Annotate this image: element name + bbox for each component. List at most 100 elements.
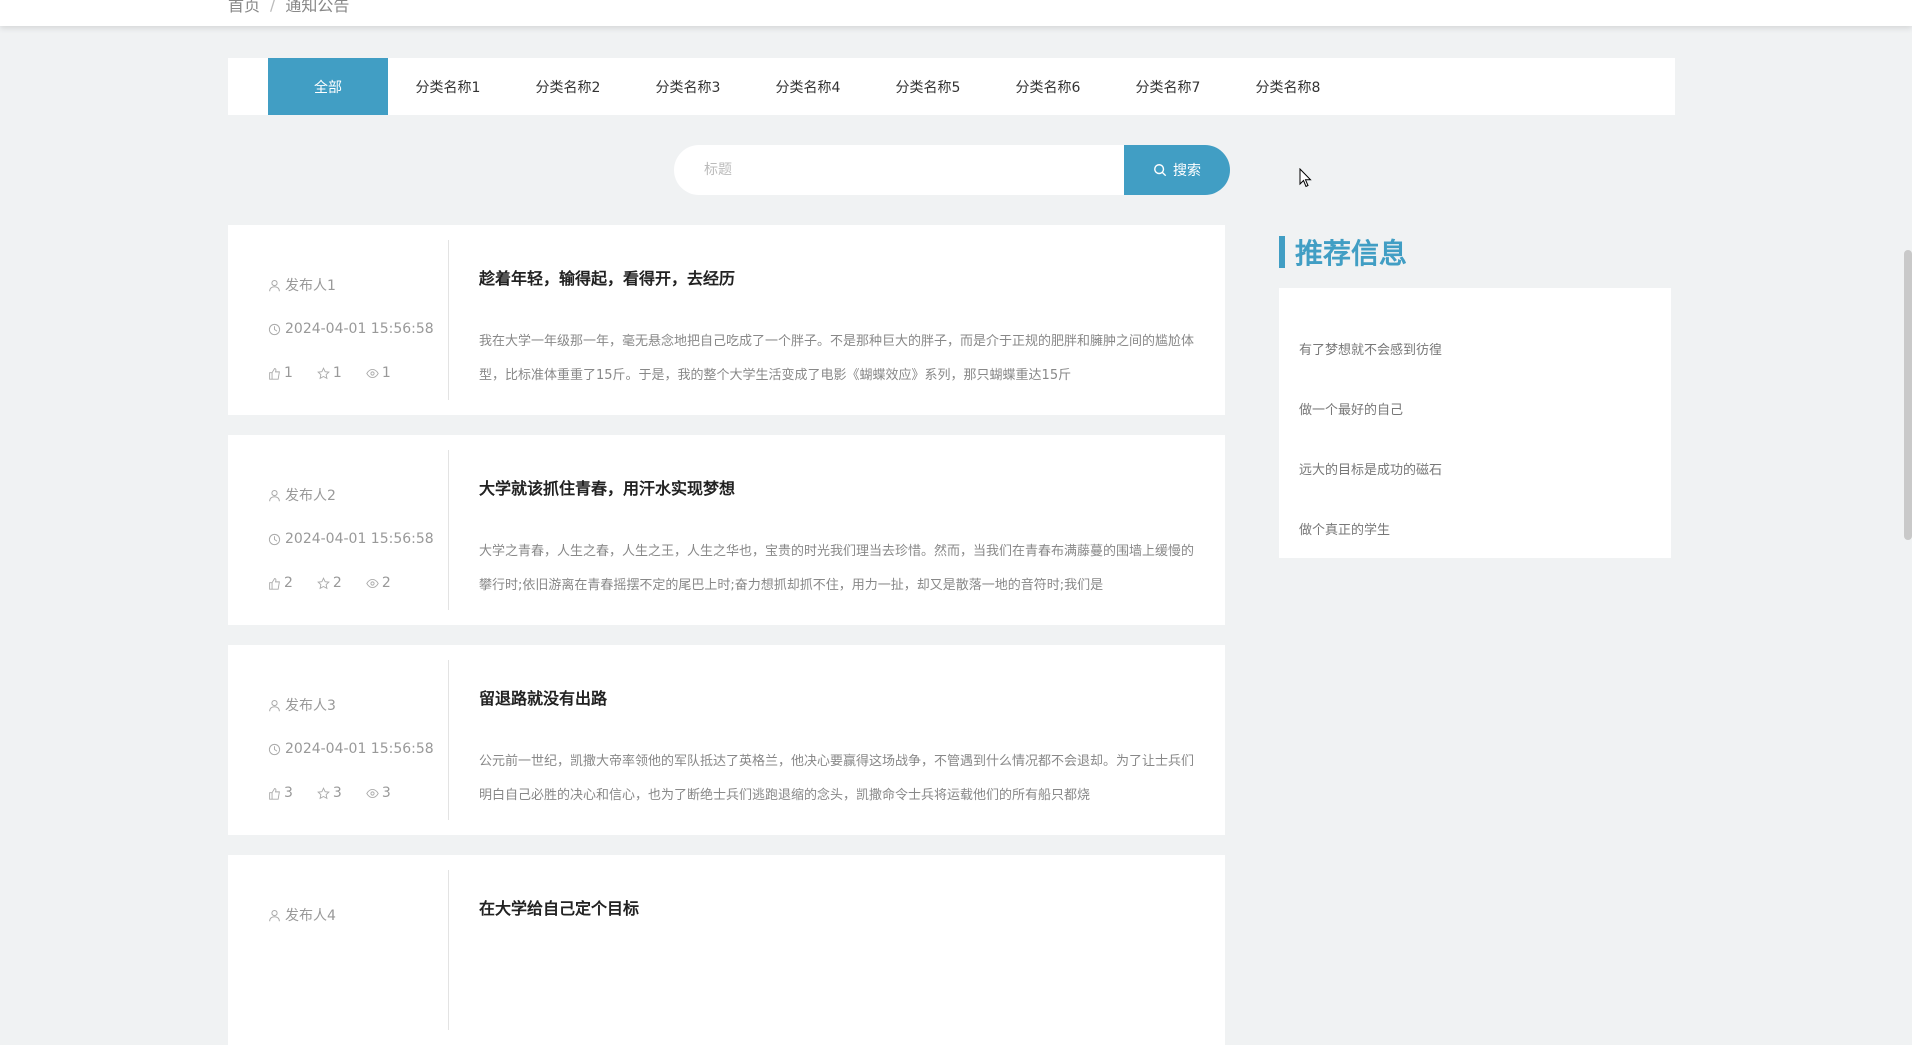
search-input[interactable] bbox=[674, 145, 1124, 195]
thumbs-up-icon bbox=[269, 787, 280, 800]
article-date: 2024-04-01 15:56:58 bbox=[285, 321, 434, 337]
article-stats: 2 2 2 bbox=[268, 575, 391, 591]
tab-category-2[interactable]: 分类名称2 bbox=[508, 58, 628, 115]
view-stat: 2 bbox=[366, 575, 391, 591]
article-card[interactable]: 发布人3 2024-04-01 15:56:58 3 3 3 留退路就没有出路 … bbox=[228, 645, 1225, 835]
category-tabs: 全部 分类名称1 分类名称2 分类名称3 分类名称4 分类名称5 分类名称6 分… bbox=[228, 58, 1675, 115]
search-icon bbox=[1154, 164, 1167, 177]
date-line: 2024-04-01 15:56:58 bbox=[268, 531, 434, 547]
search-button-label: 搜索 bbox=[1173, 163, 1201, 179]
article-author: 发布人2 bbox=[285, 488, 336, 504]
article-content: 大学就该抓住青春，用汗水实现梦想 大学之青春，人生之春，人生之王，人生之华也，宝… bbox=[479, 435, 1205, 625]
eye-icon bbox=[366, 578, 379, 588]
date-line: 2024-04-01 15:56:58 bbox=[268, 321, 434, 337]
article-excerpt: 大学之青春，人生之春，人生之王，人生之华也，宝贵的时光我们理当去珍惜。然而，当我… bbox=[479, 544, 1195, 593]
view-stat: 1 bbox=[366, 365, 391, 381]
article-author: 发布人3 bbox=[285, 698, 336, 714]
recommend-title: 推荐信息 bbox=[1295, 237, 1408, 270]
eye-icon bbox=[366, 788, 379, 798]
favorite-stat[interactable]: 1 bbox=[317, 365, 342, 381]
author-line: 发布人4 bbox=[268, 905, 336, 925]
article-meta: 发布人2 2024-04-01 15:56:58 2 2 2 bbox=[228, 435, 449, 625]
author-line: 发布人1 bbox=[268, 275, 336, 295]
article-card[interactable]: 发布人4 在大学给自己定个目标 bbox=[228, 855, 1225, 1045]
breadcrumb: 首页 / 通知公告 bbox=[228, 0, 349, 16]
breadcrumb-separator: / bbox=[270, 0, 276, 14]
date-line: 2024-04-01 15:56:58 bbox=[268, 741, 434, 757]
thumbs-up-icon bbox=[269, 577, 280, 590]
view-count: 1 bbox=[381, 365, 391, 381]
view-count: 2 bbox=[381, 575, 391, 591]
article-title[interactable]: 大学就该抓住青春，用汗水实现梦想 bbox=[479, 475, 735, 499]
recommend-item[interactable]: 做个真正的学生 bbox=[1299, 498, 1651, 558]
card-divider bbox=[448, 240, 449, 400]
mouse-cursor-icon bbox=[1299, 168, 1312, 188]
eye-icon bbox=[366, 368, 379, 378]
article-meta: 发布人3 2024-04-01 15:56:58 3 3 3 bbox=[228, 645, 449, 835]
user-icon bbox=[269, 909, 280, 921]
clock-icon bbox=[268, 743, 281, 755]
like-count: 3 bbox=[284, 785, 293, 801]
article-content: 在大学给自己定个目标 bbox=[479, 855, 1205, 1045]
article-title[interactable]: 趁着年轻，输得起，看得开，去经历 bbox=[479, 265, 735, 289]
article-meta: 发布人1 2024-04-01 15:56:58 1 1 1 bbox=[228, 225, 449, 415]
article-title[interactable]: 在大学给自己定个目标 bbox=[479, 895, 639, 919]
card-divider bbox=[448, 870, 449, 1030]
article-stats: 1 1 1 bbox=[268, 365, 391, 381]
favorite-stat[interactable]: 3 bbox=[317, 785, 342, 801]
recommend-item[interactable]: 有了梦想就不会感到彷徨 bbox=[1299, 318, 1651, 378]
tab-category-6[interactable]: 分类名称6 bbox=[988, 58, 1108, 115]
article-card[interactable]: 发布人1 2024-04-01 15:56:58 1 1 1 趁着年轻，输得起，… bbox=[228, 225, 1225, 415]
author-line: 发布人2 bbox=[268, 485, 336, 505]
like-count: 2 bbox=[284, 575, 293, 591]
card-divider bbox=[448, 660, 449, 820]
article-stats: 3 3 3 bbox=[268, 785, 391, 801]
favorite-count: 2 bbox=[332, 575, 342, 591]
star-icon bbox=[317, 576, 330, 589]
search-button[interactable]: 搜索 bbox=[1124, 145, 1230, 195]
thumbs-up-icon bbox=[269, 367, 280, 380]
user-icon bbox=[269, 489, 280, 501]
like-stat[interactable]: 1 bbox=[268, 365, 293, 381]
author-line: 发布人3 bbox=[268, 695, 336, 715]
article-meta: 发布人4 bbox=[228, 855, 449, 1045]
article-excerpt: 公元前一世纪，凯撒大帝率领他的军队抵达了英格兰，他决心要赢得这场战争，不管遇到什… bbox=[479, 754, 1195, 803]
user-icon bbox=[269, 699, 280, 711]
tab-category-4[interactable]: 分类名称4 bbox=[748, 58, 868, 115]
search-bar: 搜索 bbox=[674, 145, 1230, 195]
recommend-item[interactable]: 做一个最好的自己 bbox=[1299, 378, 1651, 438]
article-excerpt: 我在大学一年级那一年，毫无悬念地把自己吃成了一个胖子。不是那种巨大的胖子，而是介… bbox=[479, 334, 1195, 383]
user-icon bbox=[269, 279, 280, 291]
view-count: 3 bbox=[381, 785, 391, 801]
like-stat[interactable]: 3 bbox=[268, 785, 293, 801]
tab-category-1[interactable]: 分类名称1 bbox=[388, 58, 508, 115]
page-scrollbar[interactable] bbox=[1904, 250, 1912, 540]
tab-category-5[interactable]: 分类名称5 bbox=[868, 58, 988, 115]
tab-category-7[interactable]: 分类名称7 bbox=[1108, 58, 1228, 115]
article-date: 2024-04-01 15:56:58 bbox=[285, 531, 434, 547]
article-title[interactable]: 留退路就没有出路 bbox=[479, 685, 607, 709]
article-date: 2024-04-01 15:56:58 bbox=[285, 741, 434, 757]
clock-icon bbox=[268, 533, 281, 545]
tab-all[interactable]: 全部 bbox=[268, 58, 388, 115]
article-card[interactable]: 发布人2 2024-04-01 15:56:58 2 2 2 大学就该抓住青春，… bbox=[228, 435, 1225, 625]
recommend-panel: 有了梦想就不会感到彷徨 做一个最好的自己 远大的目标是成功的磁石 做个真正的学生 bbox=[1279, 288, 1671, 558]
star-icon bbox=[317, 786, 330, 799]
favorite-count: 1 bbox=[332, 365, 342, 381]
breadcrumb-current: 通知公告 bbox=[285, 0, 350, 15]
tab-category-8[interactable]: 分类名称8 bbox=[1228, 58, 1348, 115]
like-count: 1 bbox=[284, 365, 293, 381]
favorite-count: 3 bbox=[332, 785, 342, 801]
recommend-heading: 推荐信息 bbox=[1279, 236, 1407, 270]
view-stat: 3 bbox=[366, 785, 391, 801]
breadcrumb-home[interactable]: 首页 bbox=[228, 0, 260, 16]
like-stat[interactable]: 2 bbox=[268, 575, 293, 591]
heading-accent-bar bbox=[1279, 236, 1285, 268]
favorite-stat[interactable]: 2 bbox=[317, 575, 342, 591]
recommend-item[interactable]: 远大的目标是成功的磁石 bbox=[1299, 438, 1651, 498]
clock-icon bbox=[268, 323, 281, 335]
tab-category-3[interactable]: 分类名称3 bbox=[628, 58, 748, 115]
top-header: 首页 / 通知公告 bbox=[0, 0, 1912, 26]
card-divider bbox=[448, 450, 449, 610]
article-author: 发布人1 bbox=[285, 278, 336, 294]
